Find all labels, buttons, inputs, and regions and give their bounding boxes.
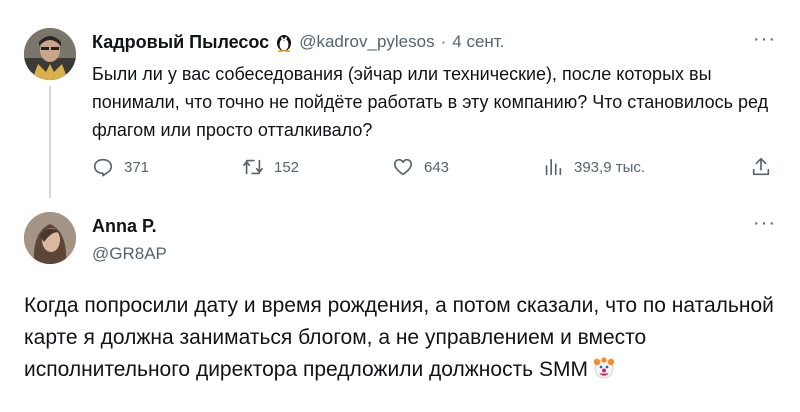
reply-icon <box>93 158 113 177</box>
author-name[interactable]: Кадровый Пылесос <box>92 32 269 53</box>
retweet-button[interactable]: 152 <box>242 156 299 178</box>
avatar-photo-icon <box>24 212 76 264</box>
share-icon <box>752 157 770 176</box>
more-options-icon[interactable]: ··· <box>753 28 776 51</box>
reply-count: 371 <box>124 158 150 176</box>
share-button[interactable] <box>750 156 772 178</box>
penguin-icon <box>277 35 292 52</box>
heart-icon <box>393 158 413 176</box>
thread-connector-line <box>49 86 51 198</box>
retweet-count: 152 <box>274 158 300 176</box>
reply-text: Когда попросили дату и время рождения, а… <box>24 294 774 381</box>
separator-dot: · <box>440 32 447 51</box>
analytics-icon <box>545 158 562 176</box>
views-button[interactable]: 393,9 тыс. <box>542 156 645 178</box>
like-count: 643 <box>424 158 450 176</box>
tweet-date[interactable]: 4 сент. <box>452 32 504 52</box>
view-count: 393,9 тыс. <box>574 158 646 176</box>
reply-button[interactable]: 371 <box>92 156 149 178</box>
like-button[interactable]: 643 <box>392 156 449 178</box>
tweet-text: Были ли у вас собеседования (эйчар или т… <box>92 64 769 140</box>
avatar[interactable] <box>24 212 76 264</box>
reply-header: Anna P. @GR8AP <box>92 214 167 266</box>
tweet-actions: 371 152 643 393,9 тыс. <box>92 156 782 182</box>
clown-face-icon <box>593 357 615 379</box>
author-name[interactable]: Anna P. <box>92 214 167 238</box>
retweet-icon <box>243 159 263 175</box>
avatar[interactable] <box>24 28 76 80</box>
author-handle[interactable]: @kadrov_pylesos <box>299 32 434 52</box>
more-options-icon[interactable]: ··· <box>753 212 776 235</box>
avatar-photo-icon <box>24 28 76 80</box>
tweet-header: Кадровый Пылесос @kadrov_pylesos · 4 сен… <box>92 30 504 54</box>
author-handle[interactable]: @GR8AP <box>92 242 167 266</box>
tweet-original[interactable]: Кадровый Пылесос @kadrov_pylesos · 4 сен… <box>0 0 800 200</box>
reply-text-container: Когда попросили дату и время рождения, а… <box>24 290 784 386</box>
